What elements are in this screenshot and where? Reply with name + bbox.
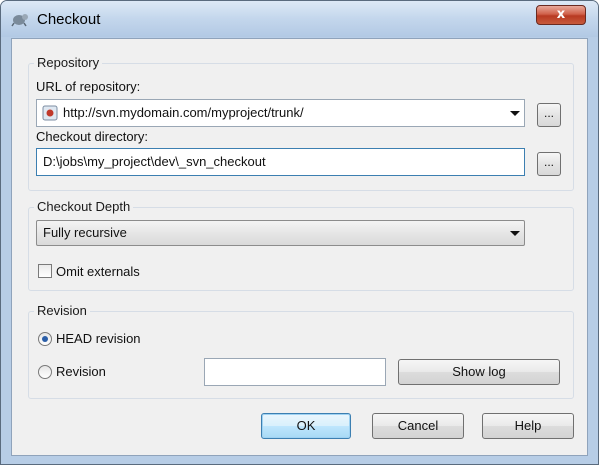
revision-group-title: Revision	[34, 303, 90, 318]
ok-button[interactable]: OK	[261, 413, 351, 439]
checkout-depth-group-title: Checkout Depth	[34, 199, 134, 214]
title-bar[interactable]: Checkout x	[1, 1, 598, 37]
depth-dropdown-arrow-icon[interactable]	[510, 231, 520, 236]
checkout-depth-select[interactable]: Fully recursive	[36, 220, 525, 246]
show-log-button[interactable]: Show log	[398, 359, 560, 385]
svn-url-icon	[42, 105, 58, 121]
url-value: http://svn.mydomain.com/myproject/trunk/	[63, 105, 304, 120]
checkout-directory-input[interactable]: D:\jobs\my_project\dev\_svn_checkout	[36, 148, 525, 176]
url-dropdown-arrow-icon[interactable]	[510, 111, 520, 116]
url-label: URL of repository:	[36, 79, 141, 94]
revision-radio[interactable]	[38, 365, 52, 379]
omit-externals-label[interactable]: Omit externals	[56, 264, 140, 279]
dialog-body: Repository URL of repository: http://svn…	[11, 38, 588, 456]
checkout-dialog: Checkout x Repository URL of repository:…	[0, 0, 599, 465]
url-browse-button[interactable]: ...	[537, 103, 561, 127]
help-button[interactable]: Help	[482, 413, 574, 439]
directory-browse-button[interactable]: ...	[537, 152, 561, 176]
checkout-directory-label: Checkout directory:	[36, 129, 148, 144]
close-button[interactable]: x	[536, 5, 586, 25]
revision-label[interactable]: Revision	[56, 364, 106, 379]
omit-externals-checkbox[interactable]	[38, 264, 52, 278]
tortoisesvn-icon	[11, 14, 28, 27]
revision-number-input[interactable]	[204, 358, 386, 386]
window-title: Checkout	[37, 11, 101, 28]
repository-group-title: Repository	[34, 55, 103, 70]
checkout-depth-value: Fully recursive	[43, 225, 127, 240]
cancel-button[interactable]: Cancel	[372, 413, 464, 439]
head-revision-radio[interactable]	[38, 332, 52, 346]
url-combobox[interactable]: http://svn.mydomain.com/myproject/trunk/	[36, 99, 525, 127]
head-revision-label[interactable]: HEAD revision	[56, 331, 141, 346]
